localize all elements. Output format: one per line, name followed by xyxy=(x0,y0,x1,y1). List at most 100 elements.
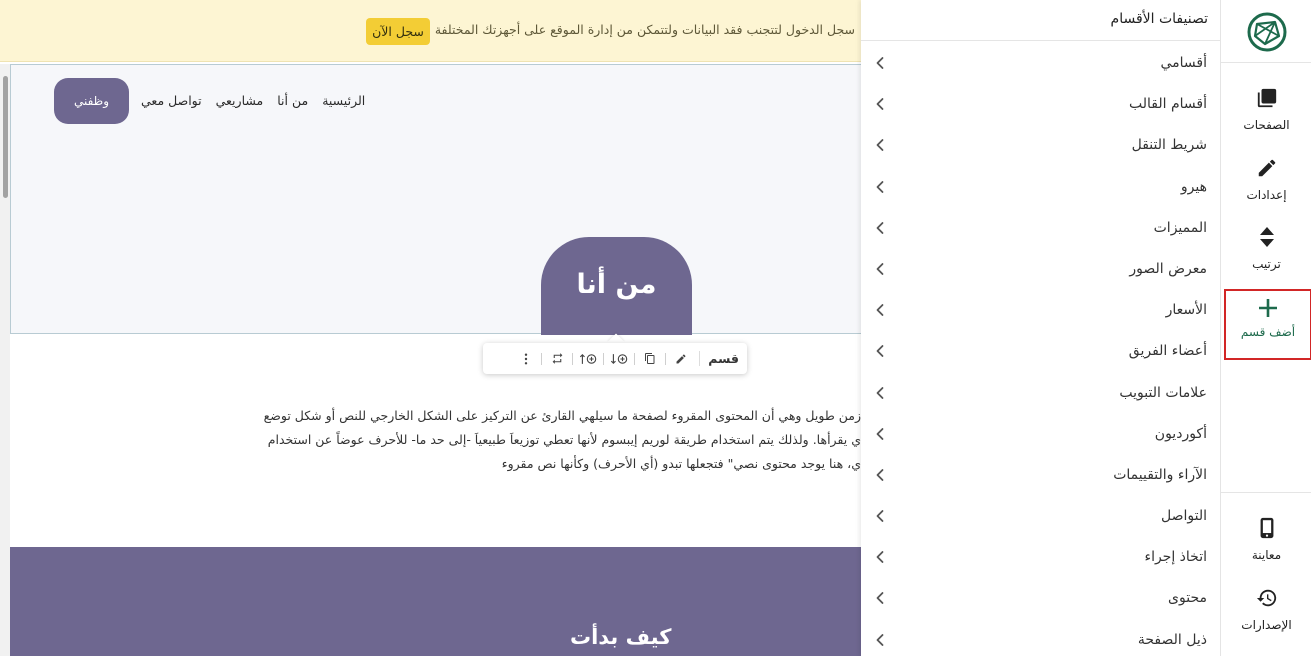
pages-label: الصفحات xyxy=(1243,118,1290,132)
section-toolbar: قسم xyxy=(483,343,747,374)
order-button[interactable]: ترتيب xyxy=(1221,202,1311,272)
versions-button[interactable]: الإصدارات xyxy=(1221,563,1311,633)
category-item[interactable]: علامات التبويب xyxy=(861,373,1220,414)
add-section-button[interactable]: أضف قسم xyxy=(1224,289,1311,360)
chevron-left-icon xyxy=(875,549,887,564)
category-item[interactable]: معرض الصور xyxy=(861,249,1220,290)
category-item[interactable]: التواصل xyxy=(861,496,1220,537)
category-label: محتوى xyxy=(1168,590,1207,607)
category-item[interactable]: اتخاذ إجراء xyxy=(861,537,1220,578)
sort-icon xyxy=(1254,224,1280,250)
chevron-left-icon xyxy=(875,220,887,234)
hire-me-button[interactable]: وظفني xyxy=(54,78,129,124)
site-preview: سجل الدخول لتتجنب فقد البيانات ولتتمكن م… xyxy=(0,0,861,656)
chevron-left-icon xyxy=(875,96,887,111)
preview-button[interactable]: معاينة xyxy=(1221,493,1311,563)
toolbar-separator xyxy=(603,352,605,365)
category-label: هيرو xyxy=(1180,178,1207,195)
editor-root: سجل الدخول لتتجنب فقد البيانات ولتتمكن م… xyxy=(0,0,1311,656)
nav-link-contact[interactable]: تواصل معي xyxy=(141,93,202,108)
category-label: أكورديون xyxy=(1154,425,1207,442)
nav-link-home[interactable]: الرئيسية xyxy=(322,93,365,108)
about-title: من أنا xyxy=(541,237,692,335)
paragraph-line: ي، هنا يوجد محتوى نصي" فتجعلها تبدو (أي … xyxy=(501,456,861,471)
category-item[interactable]: أعضاء الفريق xyxy=(861,331,1220,372)
logo-icon[interactable] xyxy=(1245,12,1289,52)
category-item[interactable]: أقسام القالب xyxy=(861,84,1220,125)
category-item[interactable]: شريط التنقل xyxy=(861,125,1220,166)
add-below-icon[interactable] xyxy=(607,348,631,370)
category-label: اتخاذ إجراء xyxy=(1144,549,1207,566)
category-item[interactable]: أكورديون xyxy=(861,414,1220,455)
category-label: علامات التبويب xyxy=(1119,384,1207,401)
category-label: التواصل xyxy=(1161,508,1207,525)
history-icon xyxy=(1254,585,1280,611)
swap-icon[interactable] xyxy=(545,348,569,370)
toolbar-separator xyxy=(572,352,574,365)
preview-label: معاينة xyxy=(1251,548,1282,562)
chevron-left-icon xyxy=(875,343,887,358)
category-item[interactable]: الأسعار xyxy=(861,290,1220,331)
chevron-left-icon xyxy=(875,55,887,69)
how-title: كيف بدأت xyxy=(570,625,672,649)
category-item[interactable]: هيرو xyxy=(861,167,1220,208)
edit-icon[interactable] xyxy=(669,348,693,370)
category-label: أقسامي xyxy=(1160,55,1207,71)
category-label: شريط التنقل xyxy=(1131,137,1207,154)
versions-label: الإصدارات xyxy=(1241,618,1292,632)
copy-icon[interactable] xyxy=(638,348,662,370)
login-banner: سجل الدخول لتتجنب فقد البيانات ولتتمكن م… xyxy=(0,0,861,62)
toolbar-separator xyxy=(541,352,543,365)
chevron-left-icon xyxy=(875,508,887,522)
about-paragraph: زمن طويل وهي أن المحتوى المقروء لصفحة ما… xyxy=(250,404,861,476)
banner-message: سجل الدخول لتتجنب فقد البيانات ولتتمكن م… xyxy=(434,22,855,37)
settings-label: إعدادات xyxy=(1246,188,1287,202)
category-list: أقسامي أقسام القالب شريط التنقل هيرو المميزا… xyxy=(861,43,1220,656)
category-label: الآراء والتقييمات xyxy=(1113,466,1207,483)
chevron-left-icon xyxy=(875,261,887,275)
editor-sidebar: الصفحات إعدادات ترتيب أضف قسم معاينة الإ… xyxy=(1220,0,1311,656)
chevron-left-icon xyxy=(875,426,887,440)
pages-icon xyxy=(1254,85,1280,111)
site-nav: الرئيسية من أنا مشاريعي تواصل معي xyxy=(141,93,365,108)
toolbar-separator xyxy=(665,352,667,365)
category-item[interactable]: محتوى xyxy=(861,578,1220,619)
category-item[interactable]: أقسامي xyxy=(861,43,1220,84)
chevron-left-icon xyxy=(875,467,887,481)
pages-button[interactable]: الصفحات xyxy=(1221,63,1311,133)
add-above-icon[interactable] xyxy=(576,348,600,370)
chevron-left-icon xyxy=(875,179,887,193)
category-label: الأسعار xyxy=(1165,302,1207,319)
category-item[interactable]: المميزات xyxy=(861,208,1220,249)
category-item[interactable]: ذيل الصفحة xyxy=(861,620,1220,656)
signup-button[interactable]: سجل الآن xyxy=(366,18,430,45)
chevron-left-icon xyxy=(875,302,887,317)
chevron-left-icon xyxy=(875,590,887,605)
category-label: معرض الصور xyxy=(1129,260,1207,277)
nav-link-about[interactable]: من أنا xyxy=(277,93,308,108)
more-icon[interactable] xyxy=(514,348,538,370)
settings-button[interactable]: إعدادات xyxy=(1221,133,1311,203)
nav-link-projects[interactable]: مشاريعي xyxy=(216,93,264,108)
panel-divider xyxy=(861,40,1220,41)
pencil-icon xyxy=(1254,155,1280,181)
chevron-left-icon xyxy=(875,385,887,399)
mobile-icon xyxy=(1254,515,1280,541)
selected-section[interactable]: الرئيسية من أنا مشاريعي تواصل معي وظفني … xyxy=(10,64,861,335)
chevron-left-icon xyxy=(875,632,887,646)
toolbar-section-label: قسم xyxy=(699,351,739,366)
chevron-left-icon xyxy=(875,137,887,152)
toolbar-separator xyxy=(634,352,636,365)
how-i-started-section[interactable]: كيف بدأت xyxy=(10,547,861,656)
order-label: ترتيب xyxy=(1252,257,1281,271)
plus-icon xyxy=(1255,295,1281,321)
add-section-label: أضف قسم xyxy=(1240,325,1296,339)
category-item[interactable]: الآراء والتقييمات xyxy=(861,455,1220,496)
category-label: أعضاء الفريق xyxy=(1128,343,1207,360)
preview-scrollbar-thumb[interactable] xyxy=(3,76,8,198)
category-label: ذيل الصفحة xyxy=(1137,631,1207,648)
category-label: أقسام القالب xyxy=(1129,96,1207,113)
category-label: المميزات xyxy=(1153,219,1207,236)
panel-title: تصنيفات الأقسام xyxy=(1110,11,1208,27)
paragraph-line: زمن طويل وهي أن المحتوى المقروء لصفحة ما… xyxy=(263,408,861,423)
